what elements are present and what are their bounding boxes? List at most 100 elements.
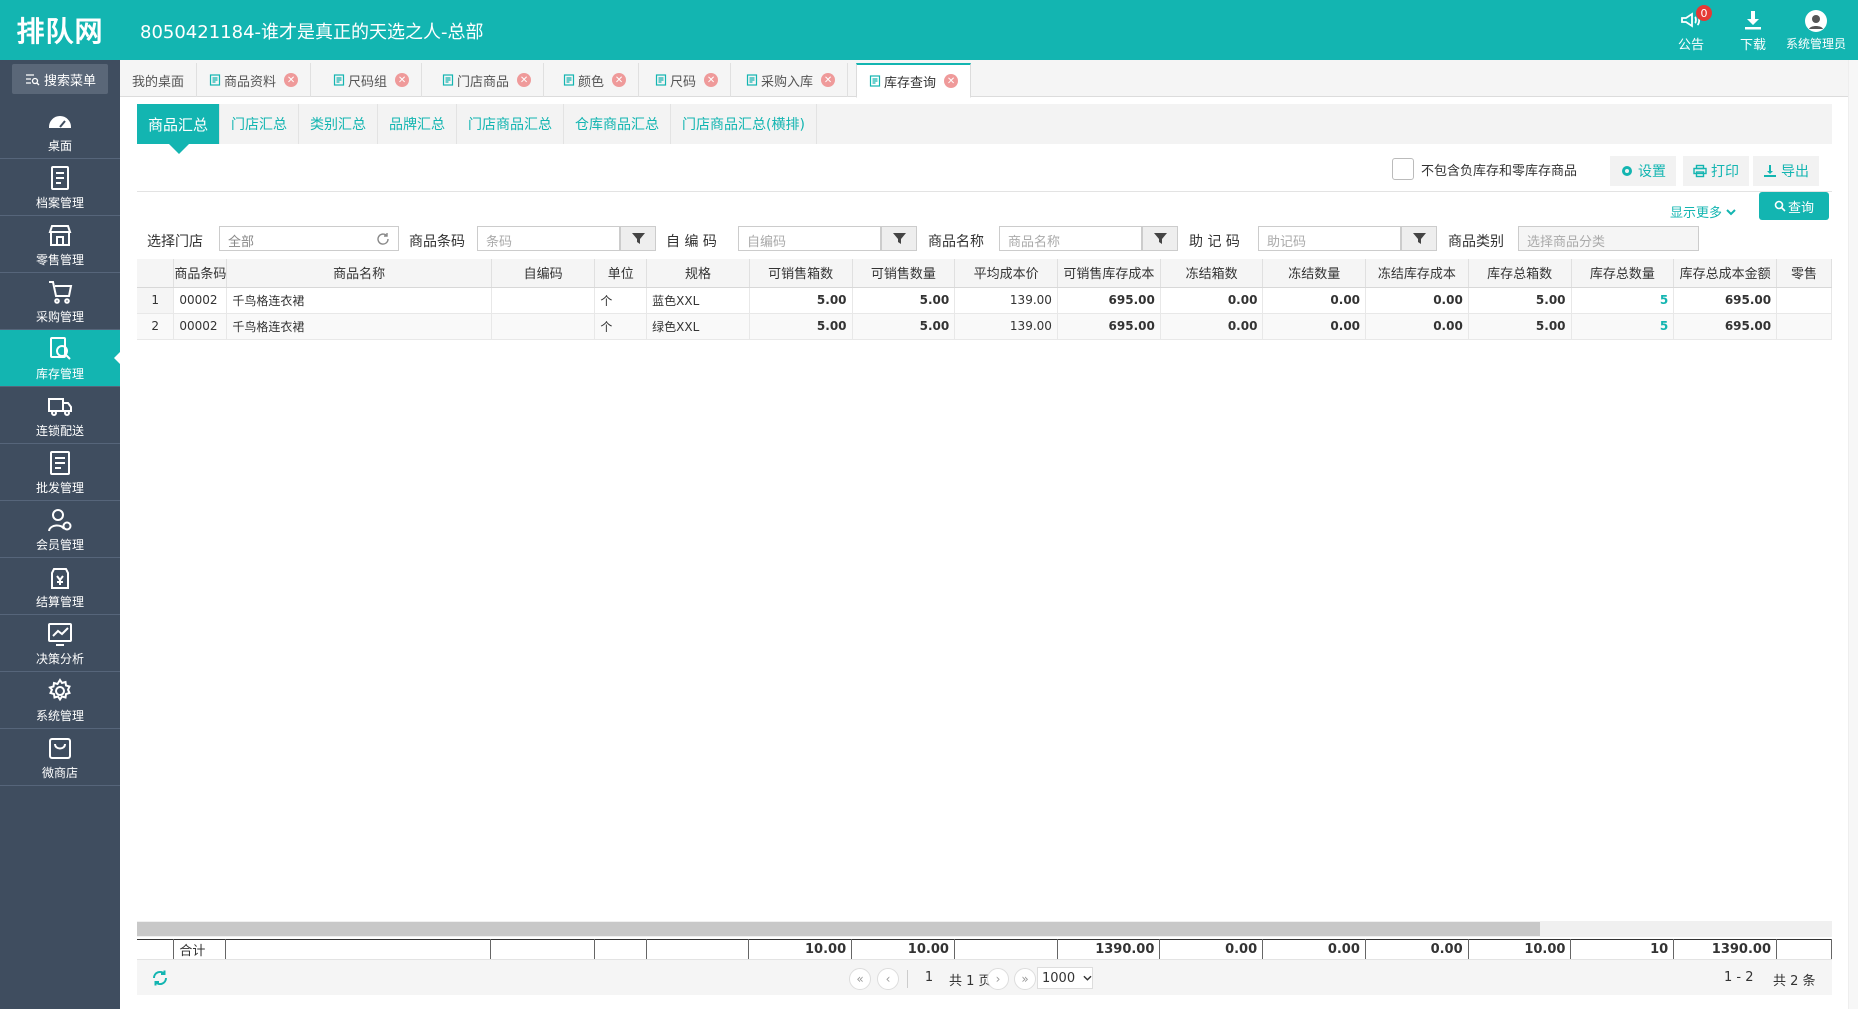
sum-total-boxes: 10.00 [1468,939,1572,960]
subtab-category-summary[interactable]: 类别汇总 [299,104,379,144]
cell-sellable-cost: 695.00 [1057,287,1161,314]
sum-total-qty: 10 [1570,939,1675,960]
first-page-button[interactable]: « [849,968,871,990]
export-button[interactable]: 导出 [1753,156,1819,186]
column-header-name[interactable]: 商品名称 [226,259,492,288]
column-header-spec[interactable]: 规格 [646,259,750,288]
close-icon[interactable]: ✕ [821,73,836,87]
user-menu[interactable]: 系统管理员 [1784,0,1848,60]
column-header-retail[interactable]: 零售 [1776,259,1832,288]
column-header-sellable-cost[interactable]: 可销售库存成本 [1057,259,1161,288]
column-header-frozen-boxes[interactable]: 冻结箱数 [1160,259,1264,288]
column-header-avg-cost[interactable]: 平均成本价 [954,259,1058,288]
subtab-store-product-summary-horizontal[interactable]: 门店商品汇总(横排) [671,104,817,144]
column-header-total-cost[interactable]: 库存总成本金额 [1673,259,1778,288]
barcode-input[interactable]: 条码 [477,226,620,251]
mnemonic-label: 助 记 码 [1189,234,1240,250]
barcode-filter-button[interactable] [620,226,656,251]
subtab-product-summary[interactable]: 商品汇总 [137,104,221,154]
sidebar-item-analysis[interactable]: 决策分析 [0,615,120,672]
scrollbar-thumb[interactable] [137,922,1540,936]
cell-total-qty-link[interactable]: 5 [1571,287,1675,314]
name-filter-button[interactable] [1142,226,1178,251]
last-page-button[interactable]: » [1014,968,1036,990]
subtab-store-product-summary[interactable]: 门店商品汇总 [457,104,565,144]
prev-page-button[interactable]: ‹ [877,968,899,990]
close-icon[interactable]: ✕ [704,73,719,87]
tab-size[interactable]: 尺码 ✕ [643,63,732,97]
column-header-frozen-cost[interactable]: 冻结库存成本 [1365,259,1469,288]
table-row[interactable]: 2 00002 千鸟格连衣裙 个 绿色XXL 5.00 5.00 139.00 … [137,313,1832,340]
subtab-store-summary[interactable]: 门店汇总 [220,104,300,144]
column-header-total-qty[interactable]: 库存总数量 [1571,259,1675,288]
print-button[interactable]: 打印 [1683,156,1749,186]
sidebar-item-delivery[interactable]: 连锁配送 [0,387,120,444]
tab-desktop[interactable]: 我的桌面 [120,63,198,97]
show-more-link[interactable]: 显示更多 [1670,202,1737,221]
store-select[interactable]: 全部 [219,226,399,251]
sidebar-item-settlement[interactable]: 结算管理 [0,558,120,615]
mnemonic-input[interactable]: 助记码 [1258,226,1401,251]
name-input[interactable]: 商品名称 [999,226,1142,251]
search-menu-button[interactable]: 搜索菜单 [12,64,108,94]
cell-frozen-boxes: 0.00 [1160,287,1264,314]
horizontal-scrollbar[interactable] [137,921,1832,937]
subtab-brand-summary[interactable]: 品牌汇总 [378,104,458,144]
page-number-input[interactable]: 1 [915,967,943,989]
page-size-select[interactable]: 1000 [1037,967,1093,989]
sidebar-item-microstore[interactable]: 微商店 [0,729,120,786]
tab-purchase-inbound[interactable]: 采购入库 ✕ [734,63,849,97]
column-header-sellable-boxes[interactable]: 可销售箱数 [749,259,853,288]
column-header-selfcode[interactable]: 自编码 [491,259,596,288]
sidebar-item-archive[interactable]: 档案管理 [0,159,120,216]
tab-product-info[interactable]: 商品资料 ✕ [197,63,312,97]
close-icon[interactable]: ✕ [612,73,627,87]
close-icon[interactable]: ✕ [944,74,959,88]
tab-inventory-query[interactable]: 库存查询 ✕ [856,63,972,98]
refresh-icon[interactable] [376,232,390,246]
selfcode-label: 自 编 码 [666,234,717,250]
sidebar-item-purchase[interactable]: 采购管理 [0,273,120,330]
refresh-icon[interactable] [151,969,169,987]
tab-label: 我的桌面 [132,74,185,90]
sidebar-item-wholesale[interactable]: 批发管理 [0,444,120,501]
sidebar-item-label: 连锁配送 [35,423,84,438]
gear-icon [1622,166,1632,176]
settings-button[interactable]: 设置 [1610,156,1676,186]
column-header-sellable-qty[interactable]: 可销售数量 [852,259,956,288]
column-header-barcode[interactable]: 商品条码 [173,259,228,288]
next-page-button[interactable]: › [987,968,1009,990]
sidebar-item-system[interactable]: 系统管理 [0,672,120,729]
search-menu-label: 搜索菜单 [43,73,96,89]
tab-color[interactable]: 颜色 ✕ [551,63,640,97]
column-header-unit[interactable]: 单位 [594,259,648,288]
query-button[interactable]: 查询 [1759,192,1829,220]
announcement-button[interactable]: 公告 0 [1660,0,1722,60]
close-icon[interactable]: ✕ [395,73,410,87]
sidebar-item-label: 零售管理 [35,252,84,267]
sum-cell [954,939,1058,960]
close-icon[interactable]: ✕ [284,73,299,87]
table-row[interactable]: 1 00002 千鸟格连衣裙 个 蓝色XXL 5.00 5.00 139.00 … [137,287,1832,314]
sidebar-item-inventory[interactable]: 库存管理 [0,330,120,387]
sidebar-item-retail[interactable]: 零售管理 [0,216,120,273]
sum-cell [490,939,595,960]
tab-label: 库存查询 [884,75,937,91]
tab-store-products[interactable]: 门店商品 ✕ [430,63,545,97]
close-icon[interactable]: ✕ [517,73,532,87]
selfcode-input[interactable]: 自编码 [738,226,881,251]
vertical-scrollbar[interactable] [1848,60,1858,1009]
subtab-warehouse-product-summary[interactable]: 仓库商品汇总 [564,104,672,144]
sidebar-item-member[interactable]: 会员管理 [0,501,120,558]
column-header-total-boxes[interactable]: 库存总箱数 [1468,259,1572,288]
exclude-negative-checkbox[interactable] [1392,158,1414,180]
category-select[interactable]: 选择商品分类 [1518,226,1699,251]
sidebar-item-desktop[interactable]: 桌面 [0,102,120,159]
tab-size-group[interactable]: 尺码组 ✕ [321,63,423,97]
tab-label: 尺码 [670,74,697,90]
cell-total-qty-link[interactable]: 5 [1571,313,1675,340]
download-button[interactable]: 下载 [1722,0,1784,60]
mnemonic-filter-button[interactable] [1401,226,1437,251]
selfcode-filter-button[interactable] [881,226,917,251]
column-header-frozen-qty[interactable]: 冻结数量 [1262,259,1367,288]
